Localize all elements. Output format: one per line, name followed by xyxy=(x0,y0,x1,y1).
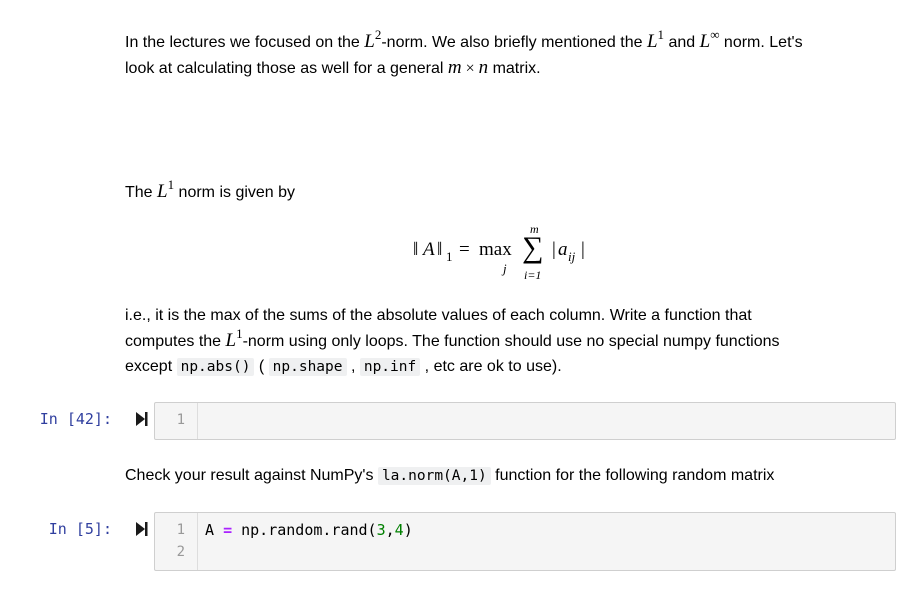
markdown-l1-intro: The L1 norm is given by xyxy=(125,177,296,202)
eq-A: A xyxy=(423,239,435,260)
eq-max: max xyxy=(479,239,512,260)
eq-term: a xyxy=(558,239,568,260)
cell-prompt: In [42]: xyxy=(39,410,112,428)
line-number: 1 xyxy=(176,412,185,428)
eq-sigma-bottom: i=1 xyxy=(524,268,542,282)
math-L1: L1 xyxy=(225,326,243,351)
math-n: n xyxy=(478,57,489,78)
math-L1: L1 xyxy=(646,27,665,52)
math-L1: L1 xyxy=(157,177,175,202)
code-line[interactable]: A = np.random.rand(3,4) xyxy=(205,521,413,539)
eq-norm-open: ‖ xyxy=(413,239,419,260)
code-token: , xyxy=(385,521,395,539)
run-cell-icon[interactable] xyxy=(136,412,148,426)
instructions-line-3: except np.abs() ( np.shape , np.inf , et… xyxy=(125,358,562,376)
eq-sigma: ∑ xyxy=(522,231,544,264)
math-times: × xyxy=(461,60,479,77)
line-number: 2 xyxy=(176,544,185,560)
l1-norm-equation: ‖ A ‖ 1 = max j ∑ m i=1 | a ij | xyxy=(413,220,613,290)
code-cell-input[interactable]: 1 xyxy=(154,402,896,440)
instructions-line-1: i.e., it is the max of the sums of the a… xyxy=(125,307,752,324)
eq-equals: = xyxy=(459,239,470,260)
code-token: A xyxy=(205,521,224,539)
math-Linf: L∞ xyxy=(699,27,720,52)
code-cell-input[interactable]: 1 2 A = np.random.rand(3,4) xyxy=(154,512,896,571)
instructions-line-2: computes the L1-norm using only loops. T… xyxy=(125,326,780,351)
intro-line-2: look at calculating those as well for a … xyxy=(125,57,541,78)
line-number-gutter: 1 xyxy=(155,403,198,439)
eq-abs-close: | xyxy=(581,239,585,260)
inline-code-la-norm: la.norm(A,1) xyxy=(377,467,491,485)
markdown-check: Check your result against NumPy's la.nor… xyxy=(125,467,775,485)
math-m: m xyxy=(447,57,462,78)
line-number: 1 xyxy=(176,522,185,538)
inline-code-np-abs: np.abs() xyxy=(176,358,255,376)
code-operator: = xyxy=(223,521,233,539)
code-number: 4 xyxy=(394,521,404,539)
inline-code-np-inf: np.inf xyxy=(359,358,421,376)
markdown-intro: In the lectures we focused on the L2-nor… xyxy=(125,27,895,81)
inline-code-np-shape: np.shape xyxy=(268,358,347,376)
math-L2: L2 xyxy=(364,27,382,52)
eq-norm-sub: 1 xyxy=(446,249,453,264)
eq-abs-open: | xyxy=(552,239,556,260)
run-cell-icon[interactable] xyxy=(136,522,148,536)
intro-line-1: In the lectures we focused on the L2-nor… xyxy=(125,27,803,52)
eq-term-sub: ij xyxy=(568,249,576,264)
cell-prompt: In [5]: xyxy=(48,520,112,538)
line-number-gutter: 1 2 xyxy=(155,513,198,570)
eq-max-sub: j xyxy=(503,261,507,276)
code-token: ) xyxy=(403,521,413,539)
eq-norm-close: ‖ xyxy=(437,239,443,260)
eq-sigma-top: m xyxy=(530,222,539,236)
code-number: 3 xyxy=(376,521,386,539)
markdown-instructions: i.e., it is the max of the sums of the a… xyxy=(125,303,895,380)
code-token: np.random.rand( xyxy=(232,521,377,539)
